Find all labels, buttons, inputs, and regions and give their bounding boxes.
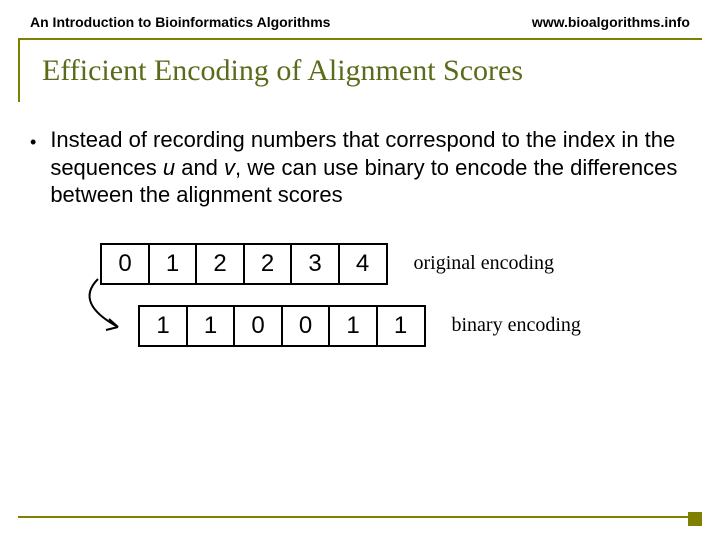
slide-title: Efficient Encoding of Alignment Scores xyxy=(18,40,720,102)
cell: 2 xyxy=(195,243,245,285)
cell: 4 xyxy=(338,243,388,285)
cell: 1 xyxy=(376,305,426,347)
cell: 0 xyxy=(233,305,283,347)
original-label: original encoding xyxy=(414,252,555,275)
slide-body: • Instead of recording numbers that corr… xyxy=(0,102,720,383)
body-paragraph: Instead of recording numbers that corres… xyxy=(50,126,690,209)
var-u: u xyxy=(163,155,175,180)
bullet-icon: • xyxy=(30,132,36,153)
encoding-diagram: 0 1 2 2 3 4 original encoding 1 1 0 0 1 … xyxy=(80,243,690,383)
slide-header: An Introduction to Bioinformatics Algori… xyxy=(0,0,720,38)
cell: 2 xyxy=(243,243,293,285)
bottom-rule xyxy=(18,516,702,518)
cell: 1 xyxy=(186,305,236,347)
binary-label: binary encoding xyxy=(452,314,581,337)
bullet-item: • Instead of recording numbers that corr… xyxy=(30,126,690,209)
var-v: v xyxy=(224,155,235,180)
cell: 0 xyxy=(281,305,331,347)
binary-row: 1 1 0 0 1 1 binary encoding xyxy=(138,305,581,347)
cell: 1 xyxy=(138,305,188,347)
cell: 1 xyxy=(148,243,198,285)
original-row: 0 1 2 2 3 4 original encoding xyxy=(100,243,554,285)
body-text-2: and xyxy=(175,155,224,180)
header-left: An Introduction to Bioinformatics Algori… xyxy=(30,14,330,30)
cell: 0 xyxy=(100,243,150,285)
header-right: www.bioalgorithms.info xyxy=(532,14,690,30)
cell: 1 xyxy=(328,305,378,347)
cell: 3 xyxy=(290,243,340,285)
corner-square-icon xyxy=(688,512,702,526)
